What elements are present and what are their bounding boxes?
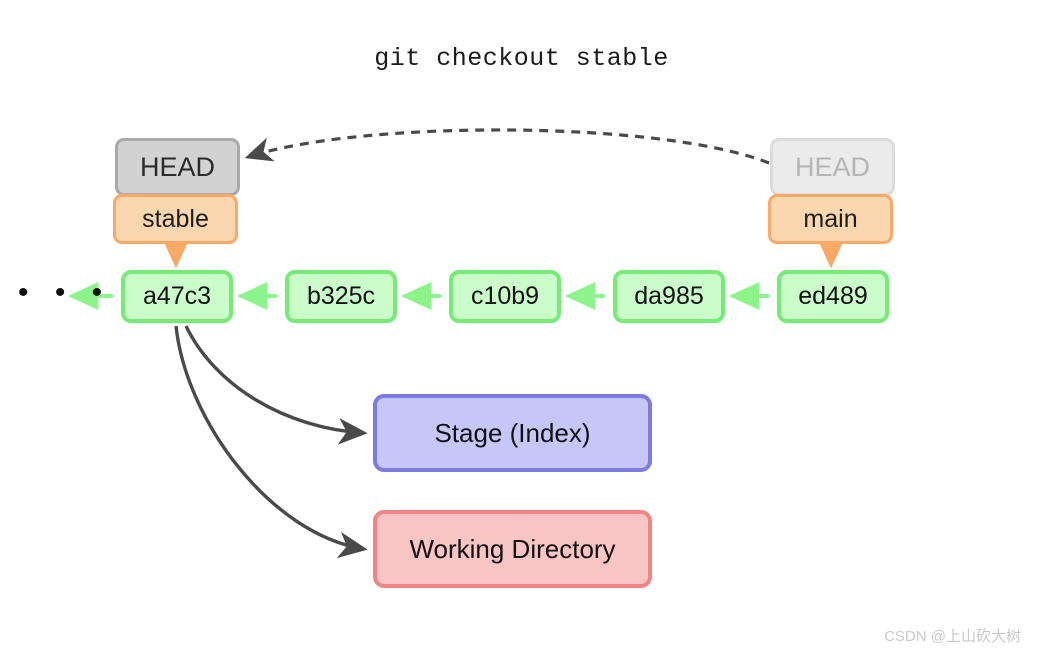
branch-ref-stable-label: stable (142, 204, 209, 233)
working-directory-box[interactable]: Working Directory (373, 510, 652, 588)
head-move-connector (244, 128, 770, 165)
head-pointer-main-label: HEAD (794, 151, 870, 182)
commit-hash-label: b325c (306, 282, 376, 310)
commit-to-stage-connector (184, 325, 368, 445)
head-pointer-stable[interactable]: HEAD (115, 138, 240, 196)
page-title: git checkout stable (374, 44, 669, 73)
branch-ref-stable[interactable]: stable (113, 194, 238, 244)
commit-node-da985[interactable]: da985 (613, 270, 725, 323)
working-directory-label: Working Directory (409, 533, 616, 564)
head-pointer-main[interactable]: HEAD (770, 138, 895, 196)
history-ellipsis: • • • (18, 276, 112, 309)
commit-node-ed489[interactable]: ed489 (777, 270, 889, 323)
commit-hash-label: a47c3 (142, 282, 212, 310)
commit-node-b325c[interactable]: b325c (285, 270, 397, 323)
diagram-canvas: git checkout stable HEAD stable HEAD mai… (0, 0, 1043, 662)
head-pointer-stable-label: HEAD (139, 151, 215, 182)
commit-hash-label: c10b9 (470, 282, 540, 310)
stage-index-box[interactable]: Stage (Index) (373, 394, 652, 472)
branch-ref-main[interactable]: main (768, 194, 893, 244)
branch-ref-main-label: main (803, 204, 858, 233)
commit-to-workdir-connector (174, 325, 368, 559)
commit-node-c10b9[interactable]: c10b9 (449, 270, 561, 323)
commit-hash-label: ed489 (798, 282, 868, 310)
commit-node-a47c3[interactable]: a47c3 (121, 270, 233, 323)
watermark: CSDN @上山砍大树 (884, 628, 1021, 645)
stage-index-label: Stage (Index) (434, 417, 591, 448)
commit-hash-label: da985 (634, 282, 704, 310)
